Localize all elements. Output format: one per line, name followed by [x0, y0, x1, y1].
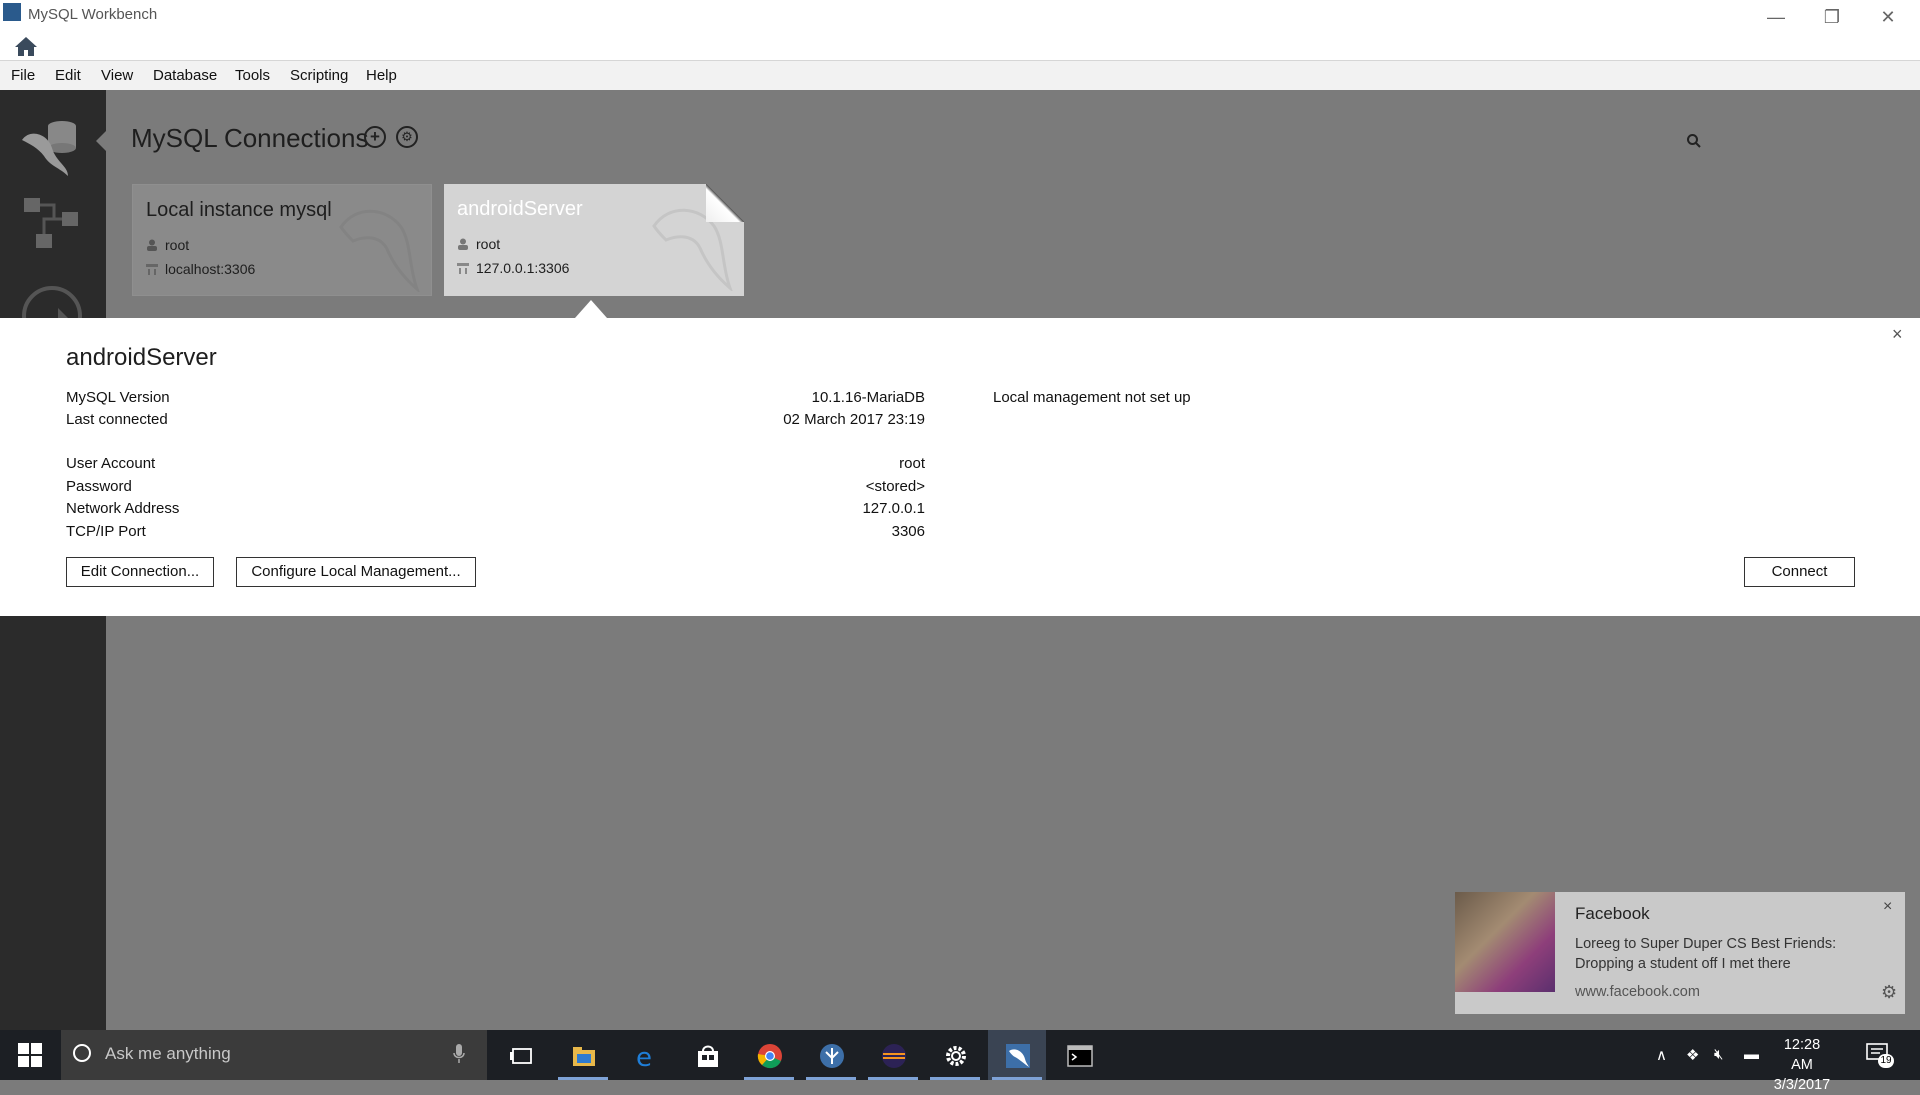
dolphin-watermark-icon — [339, 209, 420, 292]
file-explorer-icon[interactable] — [554, 1030, 612, 1080]
manage-connections-button[interactable]: ⚙ — [396, 126, 418, 148]
blue-app-icon[interactable] — [802, 1030, 860, 1080]
terminal-icon[interactable] — [1050, 1030, 1108, 1080]
notification-message: Loreeg to Super Duper CS Best Friends: D… — [1575, 936, 1837, 972]
connection-details-panel: × androidServer MySQL Version 10.1.16-Ma… — [0, 318, 1920, 616]
menu-tools[interactable]: Tools — [235, 67, 270, 84]
connections-icon[interactable] — [16, 110, 86, 180]
notification-close-button[interactable]: × — [1883, 898, 1892, 916]
action-center-icon[interactable]: 19 — [1866, 1042, 1894, 1068]
details-pointer — [575, 300, 607, 318]
user-icon — [147, 239, 157, 251]
tile-title: androidServer — [457, 198, 583, 220]
battery-icon[interactable]: ▬ — [1744, 1046, 1759, 1063]
notification-photo — [1455, 892, 1555, 992]
tcp-port-label: TCP/IP Port — [66, 523, 146, 540]
network-icon — [146, 264, 158, 275]
mysql-workbench-taskbar-icon[interactable] — [988, 1030, 1046, 1080]
tile-address: 127.0.0.1:3306 — [476, 260, 570, 276]
network-address-value: 127.0.0.1 — [862, 500, 925, 517]
mysql-version-value: 10.1.16-MariaDB — [811, 389, 925, 406]
dropbox-icon[interactable]: ❖ — [1686, 1046, 1699, 1064]
add-connection-button[interactable]: + — [364, 126, 386, 148]
network-address-label: Network Address — [66, 500, 180, 517]
user-account-value: root — [899, 455, 925, 472]
taskbar: Ask me anything e ∧ ❖ 🔇︎ ▬ 12:28 AM 3/3/… — [0, 1030, 1920, 1093]
network-icon — [457, 263, 469, 274]
svg-text:e: e — [636, 1043, 652, 1069]
menu-help[interactable]: Help — [366, 67, 397, 84]
details-title: androidServer — [66, 344, 217, 371]
home-tab-icon[interactable] — [10, 32, 42, 60]
sidebar-selection-caret — [96, 131, 106, 151]
edit-connection-button[interactable]: Edit Connection... — [66, 557, 214, 587]
show-hidden-icons-chevron-icon[interactable]: ∧ — [1656, 1046, 1667, 1064]
tile-user-row: root — [146, 237, 189, 253]
microphone-icon[interactable] — [453, 1044, 465, 1064]
notification-url: www.facebook.com — [1575, 984, 1700, 1000]
cortana-placeholder: Ask me anything — [105, 1044, 231, 1063]
search-icon[interactable] — [1686, 133, 1702, 149]
models-icon[interactable] — [16, 190, 86, 260]
password-label: Password — [66, 478, 132, 495]
user-account-label: User Account — [66, 455, 156, 472]
mysql-version-label: MySQL Version — [66, 389, 170, 406]
clock-date: 3/3/2017 — [1773, 1077, 1831, 1093]
password-value: <stored> — [865, 478, 925, 495]
tile-address-row: 127.0.0.1:3306 — [457, 260, 569, 276]
menu-view[interactable]: View — [101, 67, 133, 84]
menu-edit[interactable]: Edit — [55, 67, 81, 84]
cortana-search-box[interactable]: Ask me anything — [61, 1030, 487, 1080]
notification-count-badge: 19 — [1878, 1054, 1894, 1068]
taskbar-clock[interactable]: 12:28 AM 3/3/2017 — [1772, 1035, 1832, 1095]
settings-gear-icon[interactable] — [926, 1030, 984, 1080]
mysql-workbench-app-icon — [3, 3, 21, 21]
cortana-icon — [73, 1044, 91, 1062]
last-connected-value: 02 March 2017 23:19 — [783, 411, 925, 428]
user-icon — [458, 238, 468, 250]
menu-scripting[interactable]: Scripting — [290, 67, 348, 84]
tile-address-row: localhost:3306 — [146, 261, 255, 277]
volume-muted-icon[interactable]: 🔇︎ — [1714, 1046, 1723, 1063]
tile-address: localhost:3306 — [165, 261, 256, 277]
minimize-button[interactable]: — — [1748, 2, 1804, 32]
notification-app-name: Facebook — [1575, 904, 1650, 923]
tile-user: root — [165, 237, 190, 253]
notification-settings-icon[interactable]: ⚙ — [1881, 982, 1897, 1003]
store-icon[interactable] — [678, 1030, 736, 1080]
tile-user-row: root — [457, 236, 500, 252]
close-details-button[interactable]: × — [1892, 324, 1903, 345]
page-fold-corner — [706, 184, 744, 222]
close-window-button[interactable]: ✕ — [1860, 2, 1916, 32]
last-connected-label: Last connected — [66, 411, 168, 428]
connection-tile-local-instance[interactable]: Local instance mysql root localhost:3306 — [132, 184, 432, 296]
task-view-icon[interactable] — [492, 1030, 550, 1080]
edge-icon[interactable]: e — [616, 1030, 674, 1080]
connection-tile-android-server[interactable]: androidServer root 127.0.0.1:3306 — [444, 184, 744, 296]
connections-heading: MySQL Connections — [131, 123, 369, 153]
management-note: Local management not set up — [993, 389, 1191, 406]
configure-local-management-button[interactable]: Configure Local Management... — [236, 557, 476, 587]
facebook-notification-toast[interactable]: Facebook Loreeg to Super Duper CS Best F… — [1455, 892, 1905, 1014]
tile-title: Local instance mysql — [146, 199, 332, 221]
chrome-icon[interactable] — [740, 1030, 798, 1080]
menu-file[interactable]: File — [11, 67, 35, 84]
title-bar: MySQL Workbench — ❐ ✕ — [0, 0, 1920, 60]
menu-database[interactable]: Database — [153, 67, 217, 84]
clock-time: 12:28 AM — [1783, 1037, 1821, 1073]
tcp-port-value: 3306 — [891, 523, 925, 540]
windows-start-icon[interactable] — [18, 1043, 42, 1067]
window-title: MySQL Workbench — [28, 6, 158, 23]
tile-user: root — [476, 236, 501, 252]
menu-bar: File Edit View Database Tools Scripting … — [0, 60, 1920, 91]
connect-button[interactable]: Connect — [1744, 557, 1855, 587]
restore-button[interactable]: ❐ — [1804, 2, 1860, 32]
eclipse-icon[interactable] — [864, 1030, 922, 1080]
